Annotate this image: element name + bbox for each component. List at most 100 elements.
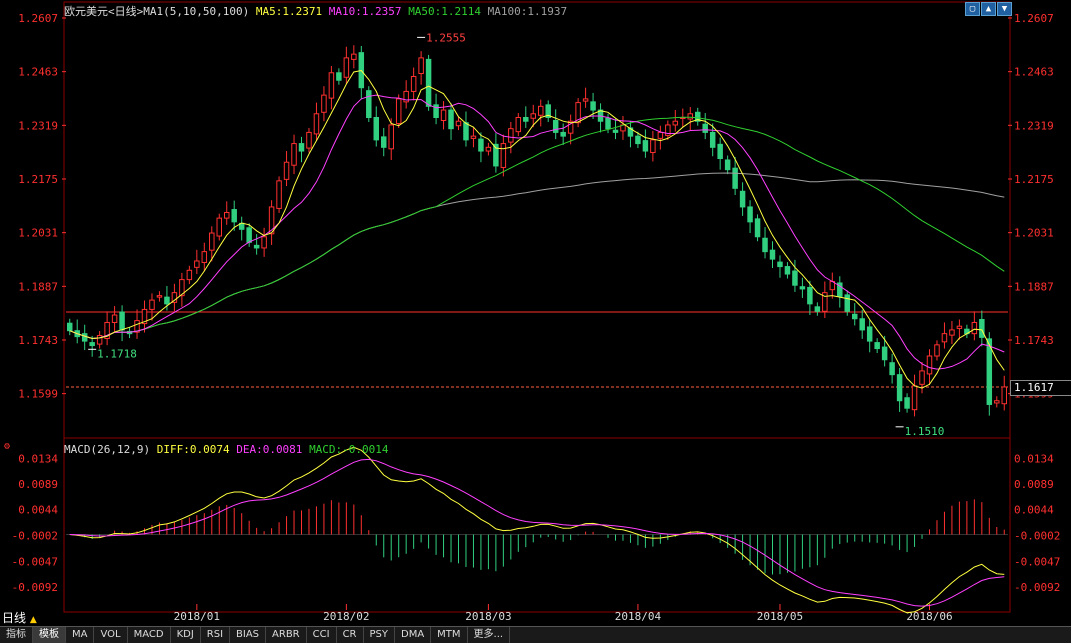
candle-body <box>889 362 895 376</box>
candle-body <box>455 120 462 127</box>
candle-body <box>866 326 873 342</box>
macd-header: MACD(26,12,9) DIFF:0.0074 DEA:0.0081 MAC… <box>64 443 389 456</box>
candle-body <box>186 269 193 281</box>
candle-body <box>560 131 566 137</box>
macd-y-tick-label-right: -0.0092 <box>1014 581 1060 594</box>
x-tick-label: 2018/01 <box>174 610 220 623</box>
candle-body <box>328 72 335 99</box>
tab-template[interactable]: 模板 <box>33 627 66 643</box>
x-tick-label: 2018/05 <box>757 610 803 623</box>
candle-body <box>896 374 903 402</box>
candle-body <box>926 355 933 375</box>
x-tick-label: 2018/02 <box>323 610 369 623</box>
scroll-down-icon[interactable]: ▼ <box>997 2 1012 16</box>
candle-body <box>956 325 963 329</box>
ma50-line <box>69 116 1005 340</box>
macd-y-tick-label-right: 0.0134 <box>1014 452 1054 465</box>
candle-body <box>590 101 596 111</box>
candle-body <box>66 322 73 332</box>
candle-body <box>253 244 260 249</box>
tab-vol[interactable]: VOL <box>94 627 128 643</box>
tab-kdj[interactable]: KDJ <box>171 627 201 643</box>
candle-body <box>754 218 761 238</box>
candle-body <box>89 342 95 347</box>
candle-body <box>321 94 327 113</box>
candle-body <box>537 105 544 116</box>
candle-body <box>470 135 477 139</box>
tab-mtm[interactable]: MTM <box>431 627 468 643</box>
tab-dma[interactable]: DMA <box>395 627 432 643</box>
y-tick-label-left: 1.1887 <box>18 280 58 293</box>
candle-body <box>216 217 223 237</box>
candle-body <box>380 136 387 148</box>
current-price-box: 1.1617 <box>1010 380 1071 396</box>
ma50-value: MA50:1.2114 <box>408 5 482 18</box>
x-tick-label: 2018/03 <box>465 610 511 623</box>
macd-y-tick-label-right: 0.0089 <box>1014 478 1054 491</box>
candle-body <box>874 342 880 350</box>
price-header: 欧元美元<日线>MA1(5,10,50,100) MA5:1.2371 MA10… <box>64 3 567 19</box>
candle-body <box>1001 386 1008 405</box>
candle-body <box>814 306 821 312</box>
candle-body <box>463 122 469 141</box>
tab-more[interactable]: 更多... <box>468 627 511 643</box>
y-tick-label-right: 1.2031 <box>1014 227 1054 240</box>
candle-body <box>799 286 806 290</box>
candle-body <box>478 138 484 152</box>
tab-cci[interactable]: CCI <box>307 627 337 643</box>
macd-y-tick-label-left: -0.0047 <box>12 555 58 568</box>
caret-up-icon: ▲ <box>29 615 37 625</box>
y-tick-label-left: 1.2319 <box>18 119 58 132</box>
candle-body <box>223 212 230 219</box>
candle-body <box>343 57 350 78</box>
candle-body <box>283 161 290 180</box>
y-tick-label-right: 1.2319 <box>1014 119 1054 132</box>
chart-svg[interactable]: 1.2607 1.2607 1.2463 1.2463 1.2319 1.2319 1.21… <box>0 0 1071 626</box>
tab-psy[interactable]: PSY <box>364 627 395 643</box>
tab-ma[interactable]: MA <box>66 627 95 643</box>
candle-body <box>971 321 978 335</box>
candle-body <box>373 117 380 141</box>
candle-body <box>702 123 708 133</box>
macd-y-tick-label-left: -0.0002 <box>12 530 58 543</box>
candle-body <box>96 335 103 345</box>
candle-body <box>156 295 163 298</box>
scroll-up-icon[interactable]: ▲ <box>981 2 996 16</box>
candle-body <box>851 313 858 320</box>
tab-rsi[interactable]: RSI <box>201 627 231 643</box>
candle-body <box>508 128 514 143</box>
tab-bias[interactable]: BIAS <box>230 627 267 643</box>
ma100-value: MA100:1.1937 <box>487 5 568 18</box>
ma100-line <box>69 172 1005 340</box>
candle-body <box>336 72 342 81</box>
candle-body <box>844 294 851 312</box>
candle-body <box>777 261 783 268</box>
tab-cr[interactable]: CR <box>337 627 364 643</box>
y-tick-label-left: 1.2463 <box>18 66 58 79</box>
diff-value: DIFF:0.0074 <box>156 443 230 456</box>
ma10-value: MA10:1.2357 <box>328 5 402 18</box>
maximize-icon[interactable]: ▢ <box>965 2 980 16</box>
tab-arbr[interactable]: ARBR <box>266 627 307 643</box>
symbol-title: 欧元美元<日线> <box>64 5 144 18</box>
candle-body <box>911 385 918 411</box>
candle-body <box>709 131 716 148</box>
tab-indicator[interactable]: 指标 <box>0 627 33 643</box>
candle-body <box>425 58 432 107</box>
candle-body <box>366 90 372 119</box>
macd-y-tick-label-right: 0.0044 <box>1014 503 1054 516</box>
candle-body <box>739 190 746 208</box>
x-tick-label: 2018/04 <box>615 610 662 623</box>
candle-body <box>523 117 529 122</box>
candle-body <box>919 370 925 385</box>
candle-body <box>298 143 305 152</box>
tab-macd[interactable]: MACD <box>128 627 171 643</box>
candle-body <box>530 113 537 119</box>
macd-settings-icon[interactable]: ⚙ <box>4 441 10 452</box>
candle-body <box>246 227 252 243</box>
candle-body <box>784 266 791 275</box>
period-selector[interactable]: 日线 ▲ <box>2 609 37 626</box>
candle-body <box>351 53 357 60</box>
macd-y-tick-label-right: -0.0047 <box>1014 555 1060 568</box>
candle-body <box>448 109 454 130</box>
